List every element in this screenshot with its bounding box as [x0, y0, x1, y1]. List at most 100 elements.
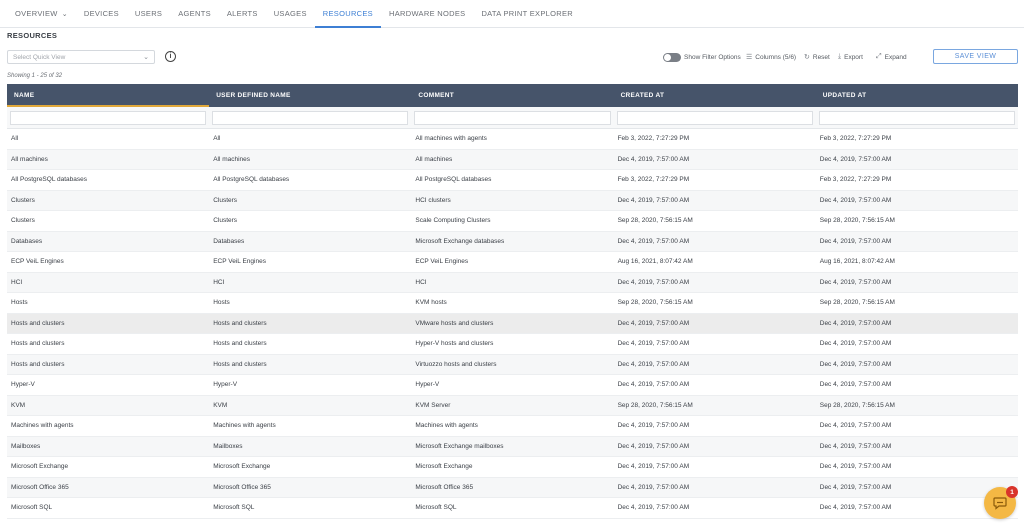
cell-comment: Microsoft SQL	[415, 504, 457, 512]
table-row[interactable]: Microsoft SQL Microsoft SQL Microsoft SQL D…	[7, 498, 1018, 519]
cell-user-defined-name: Microsoft SQL	[213, 504, 255, 512]
cell-name: Hosts	[11, 299, 28, 307]
table-row[interactable]: All PostgreSQL databases All PostgreSQL d…	[7, 170, 1018, 191]
cell-created-at: Dec 4, 2019, 7:57:00 AM	[617, 483, 690, 491]
cell-updated-at: Sep 28, 2020, 7:56:15 AM	[819, 299, 895, 307]
reset-label: Reset	[812, 53, 830, 61]
table-row[interactable]: Clusters Clusters Scale Computing Clusters…	[7, 211, 1018, 232]
columns-icon: ☰	[746, 54, 753, 61]
cell-updated-at: Dec 4, 2019, 7:57:00 AM	[819, 442, 892, 450]
tab-label: AGENTS	[178, 9, 211, 18]
table-row[interactable]: Clusters Clusters HCI clusters Dec 4, 2019,…	[7, 190, 1018, 211]
tab-overview[interactable]: OVERVIEW ⌄	[7, 0, 76, 27]
table-row[interactable]: Microsoft Office 365 Microsoft Office 365…	[7, 477, 1018, 498]
cell-created-at: Dec 4, 2019, 7:57:00 AM	[617, 442, 690, 450]
table-row[interactable]: KVM KVM KVM Server Sep 28, 2020, 7:56:15 AM…	[7, 395, 1018, 416]
cell-user-defined-name: Hyper-V	[213, 381, 238, 389]
cell-name: Mailboxes	[11, 442, 41, 450]
tab-agents[interactable]: AGENTS	[170, 0, 219, 27]
save-view-button[interactable]: SAVE VIEW	[933, 49, 1018, 64]
column-header-comment[interactable]: COMMENT	[411, 84, 613, 107]
cell-updated-at: Dec 4, 2019, 7:57:00 AM	[819, 340, 892, 348]
cell-comment: Microsoft Exchange databases	[415, 237, 505, 245]
table-row[interactable]: Mailboxes Mailboxes Microsoft Exchange mai…	[7, 436, 1018, 457]
column-header-created-at[interactable]: CREATED AT	[614, 84, 816, 107]
cell-user-defined-name: ECP VeiL Engines	[213, 258, 266, 266]
filter-input-updated-at[interactable]	[818, 111, 1015, 125]
export-button[interactable]: ⤓ Export	[838, 50, 863, 64]
cell-name: Microsoft Exchange	[11, 463, 69, 471]
table-row[interactable]: All machines All machines All machines Dec …	[7, 149, 1018, 170]
table-row[interactable]: Hosts Hosts KVM hosts Sep 28, 2020, 7:56:15…	[7, 293, 1018, 314]
table-row[interactable]: Hyper-V Hyper-V Hyper-V Dec 4, 2019, 7:57:0…	[7, 375, 1018, 396]
tab-users[interactable]: USERS	[127, 0, 170, 27]
table-body: All All All machines with agents Feb 3, 202…	[7, 129, 1018, 519]
filter-cell	[209, 107, 411, 128]
cell-user-defined-name: Microsoft Office 365	[213, 483, 271, 491]
table-row[interactable]: HCI HCI HCI Dec 4, 2019, 7:57:00 AM Dec 4, 2…	[7, 272, 1018, 293]
expand-button[interactable]: ⤢ Expand	[876, 50, 907, 64]
column-header-name[interactable]: NAME	[7, 84, 210, 107]
cell-created-at: Dec 4, 2019, 7:57:00 AM	[617, 422, 690, 430]
info-icon[interactable]: i	[165, 51, 176, 62]
cell-comment: Scale Computing Clusters	[415, 217, 491, 225]
table-row[interactable]: Microsoft Exchange Microsoft Exchange Micr…	[7, 457, 1018, 478]
reset-button[interactable]: ↻ Reset	[804, 50, 830, 64]
toggle-switch[interactable]	[663, 52, 681, 62]
cell-updated-at: Dec 4, 2019, 7:57:00 AM	[819, 319, 892, 327]
column-header-user-defined-name[interactable]: USER DEFINED NAME	[209, 84, 411, 107]
quick-view-select[interactable]: Select Quick View ⌄	[7, 50, 155, 64]
resources-table: NAME USER DEFINED NAME COMMENT CREATED A…	[7, 84, 1018, 519]
tab-alerts[interactable]: ALERTS	[219, 0, 266, 27]
filter-input-comment[interactable]	[414, 111, 611, 125]
cell-updated-at: Dec 4, 2019, 7:57:00 AM	[819, 155, 892, 163]
cell-name: KVM	[11, 401, 26, 409]
page-title: RESOURCES	[7, 31, 58, 40]
tab-label: DEVICES	[83, 9, 119, 18]
cell-name: Microsoft SQL	[11, 504, 53, 512]
table-row[interactable]: Hosts and clusters Hosts and clusters VMwa…	[7, 313, 1018, 334]
cell-name: ECP VeiL Engines	[11, 258, 64, 266]
filter-input-user-defined-name[interactable]	[212, 111, 409, 125]
filter-input-name[interactable]	[10, 111, 207, 125]
tab-usages[interactable]: USAGES	[266, 0, 315, 27]
cell-comment: Hyper-V	[415, 381, 440, 389]
chat-bubble-icon	[993, 497, 1007, 510]
show-filter-options-toggle[interactable]: Show Filter Options	[663, 50, 741, 64]
filter-cell	[816, 107, 1018, 128]
cell-comment: Hyper-V hosts and clusters	[415, 340, 494, 348]
reset-icon: ↻	[804, 54, 810, 61]
cell-created-at: Dec 4, 2019, 7:57:00 AM	[617, 463, 690, 471]
tab-hardware-nodes[interactable]: HARDWARE NODES	[381, 0, 473, 27]
tab-resources[interactable]: RESOURCES	[314, 0, 382, 28]
cell-user-defined-name: Hosts	[213, 299, 230, 307]
cell-created-at: Dec 4, 2019, 7:57:00 AM	[617, 278, 690, 286]
columns-button[interactable]: ☰ Columns (5/6)	[746, 50, 796, 64]
cell-updated-at: Sep 28, 2020, 7:56:15 AM	[819, 401, 895, 409]
filter-input-created-at[interactable]	[616, 111, 813, 125]
table-row[interactable]: All All All machines with agents Feb 3, 202…	[7, 129, 1018, 150]
cell-user-defined-name: All PostgreSQL databases	[213, 176, 290, 184]
table-header: NAME USER DEFINED NAME COMMENT CREATED A…	[7, 84, 1018, 107]
cell-updated-at: Dec 4, 2019, 7:57:00 AM	[819, 360, 892, 368]
cell-updated-at: Feb 3, 2022, 7:27:29 PM	[819, 176, 892, 184]
cell-created-at: Dec 4, 2019, 7:57:00 AM	[617, 196, 690, 204]
table-row[interactable]: Hosts and clusters Hosts and clusters Hype…	[7, 334, 1018, 355]
column-header-updated-at[interactable]: UPDATED AT	[816, 84, 1018, 107]
table-row[interactable]: Databases Databases Microsoft Exchange dat…	[7, 231, 1018, 252]
table-row[interactable]: ECP VeiL Engines ECP VeiL Engines ECP VeiL…	[7, 252, 1018, 273]
top-tab-bar: OVERVIEW ⌄ DEVICES USERS AGENTS ALERTS US…	[0, 0, 1024, 28]
cell-comment: KVM hosts	[415, 299, 447, 307]
cell-name: All PostgreSQL databases	[11, 176, 87, 184]
cell-name: All machines	[11, 155, 48, 163]
table-row[interactable]: Hosts and clusters Hosts and clusters Virt…	[7, 354, 1018, 375]
tab-label: RESOURCES	[322, 9, 373, 18]
cell-user-defined-name: Machines with agents	[213, 422, 276, 430]
filter-cell	[7, 107, 209, 128]
table-row[interactable]: Machines with agents Machines with agents…	[7, 416, 1018, 437]
columns-label: Columns (5/6)	[755, 53, 797, 61]
tab-devices[interactable]: DEVICES	[76, 0, 127, 27]
cell-updated-at: Dec 4, 2019, 7:57:00 AM	[819, 463, 892, 471]
tab-data-print-explorer[interactable]: DATA PRINT EXPLORER	[473, 0, 581, 27]
cell-comment: HCI	[415, 278, 427, 286]
